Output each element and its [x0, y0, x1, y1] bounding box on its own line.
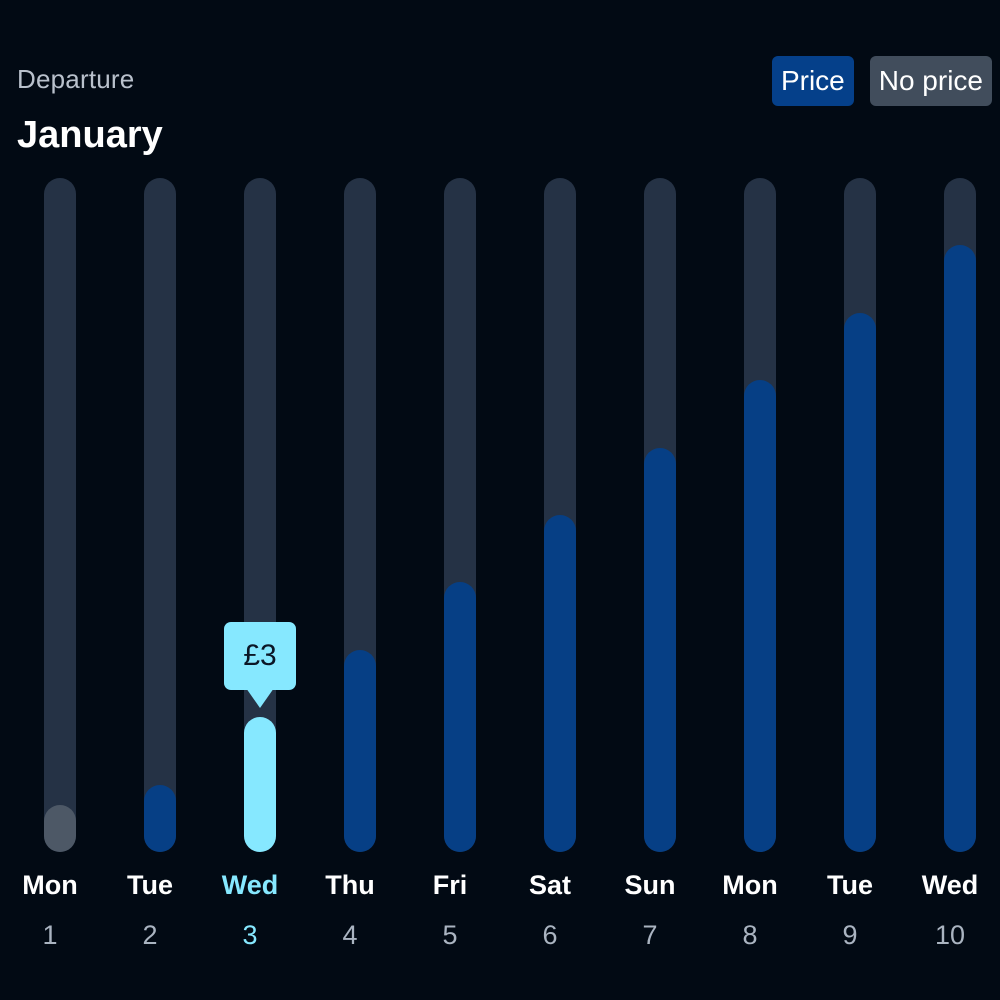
day-column-8[interactable]: Mon 8 [700, 178, 800, 958]
price-bar[interactable] [444, 582, 476, 852]
tooltip-arrow [246, 688, 274, 708]
price-bar[interactable] [944, 245, 976, 852]
day-column-7[interactable]: Sun 7 [600, 178, 700, 958]
price-bar[interactable] [544, 515, 576, 852]
price-tooltip: £3 [224, 622, 296, 690]
day-column-6[interactable]: Sat 6 [500, 178, 600, 958]
price-bar[interactable] [744, 380, 776, 852]
day-column-4[interactable]: Thu 4 [300, 178, 400, 958]
day-column-9[interactable]: Tue 9 [800, 178, 900, 958]
day-column-3[interactable]: Wed 3 [200, 178, 300, 958]
price-bar[interactable] [644, 448, 676, 852]
day-column-5[interactable]: Fri 5 [400, 178, 500, 958]
no-price-bar[interactable] [44, 805, 76, 852]
day-column-1[interactable]: Mon 1 [0, 178, 100, 958]
weekday-label: Wed [921, 870, 979, 900]
bar-track [144, 178, 176, 852]
selected-price-bar[interactable] [244, 717, 276, 852]
day-column-2[interactable]: Tue 2 [100, 178, 200, 958]
day-column-10[interactable]: Wed 10 [900, 178, 1000, 958]
price-bar[interactable] [844, 313, 876, 852]
price-bar[interactable] [344, 650, 376, 852]
price-bar-chart: Mon 1 Tue 2 Wed 3 Thu 4 Fri 5 Sat 6 Sun 7 Mon 8 Tue 9 Wed 1… [0, 0, 1000, 1000]
price-calendar: Departure January Price No price Mon 1 Tue… [0, 0, 1000, 1000]
bar-track [44, 178, 76, 852]
date-label: 10 [934, 920, 966, 950]
price-bar[interactable] [144, 785, 176, 852]
